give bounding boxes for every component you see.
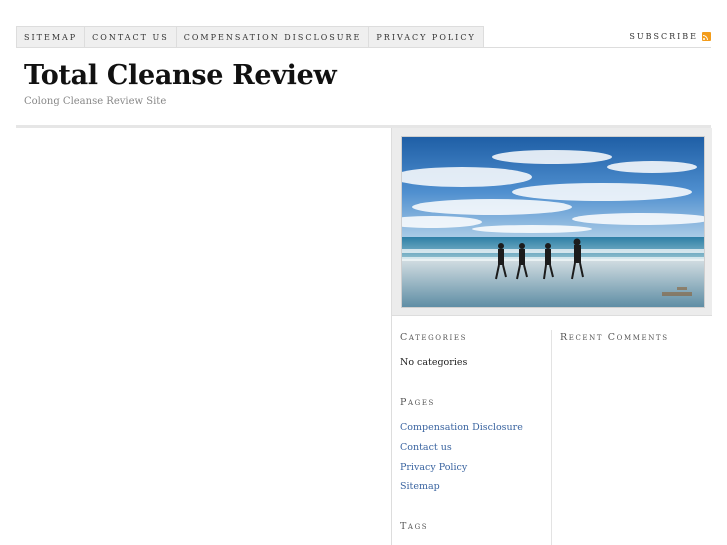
nav-tab-contact-us[interactable]: Contact Us (84, 26, 176, 47)
nav-tab-compensation-disclosure[interactable]: Compensation Disclosure (175, 26, 369, 47)
main-content-area (16, 128, 391, 545)
tags-widget: Tags (400, 517, 550, 537)
page-link-sitemap[interactable]: Sitemap (400, 477, 550, 497)
page-link-privacy-policy[interactable]: Privacy Policy (400, 458, 550, 478)
nav-tabs: Sitemap Contact Us Compensation Disclosu… (16, 26, 711, 47)
beach-runners-photo (401, 136, 705, 308)
header-photo-frame (392, 128, 712, 316)
categories-title: Categories (400, 332, 467, 343)
no-categories-text: No categories (400, 357, 468, 368)
tags-title: Tags (400, 521, 429, 533)
rss-feed-icon (702, 32, 711, 41)
sidebar-right-column: Recent Comments (560, 328, 705, 353)
page-link-compensation-disclosure[interactable]: Compensation Disclosure (400, 418, 550, 438)
categories-widget: Categories No categories (400, 328, 550, 373)
recent-comments-widget: Recent Comments (560, 328, 705, 348)
pages-title: Pages (400, 397, 435, 408)
subscribe-link[interactable]: Subscribe (629, 26, 711, 47)
site-tagline: Colong Cleanse Review Site (24, 96, 167, 107)
top-navigation: Sitemap Contact Us Compensation Disclosu… (16, 26, 711, 48)
site-title[interactable]: Total Cleanse Review (24, 60, 337, 91)
recent-comments-title: Recent Comments (560, 332, 669, 343)
nav-tab-sitemap[interactable]: Sitemap (16, 26, 85, 47)
page-link-contact-us[interactable]: Contact us (400, 438, 550, 458)
sidebar-column-divider (551, 330, 552, 545)
pages-list: Compensation Disclosure Contact us Priva… (400, 418, 550, 497)
sidebar: Categories No categories Pages Compensat… (391, 128, 712, 545)
nav-tab-privacy-policy[interactable]: Privacy Policy (368, 26, 484, 47)
sidebar-left-column: Categories No categories Pages Compensat… (400, 328, 550, 542)
beach-photo-svg (402, 137, 704, 307)
subscribe-label: Subscribe (629, 32, 698, 41)
pages-widget: Pages Compensation Disclosure Contact us… (400, 393, 550, 497)
